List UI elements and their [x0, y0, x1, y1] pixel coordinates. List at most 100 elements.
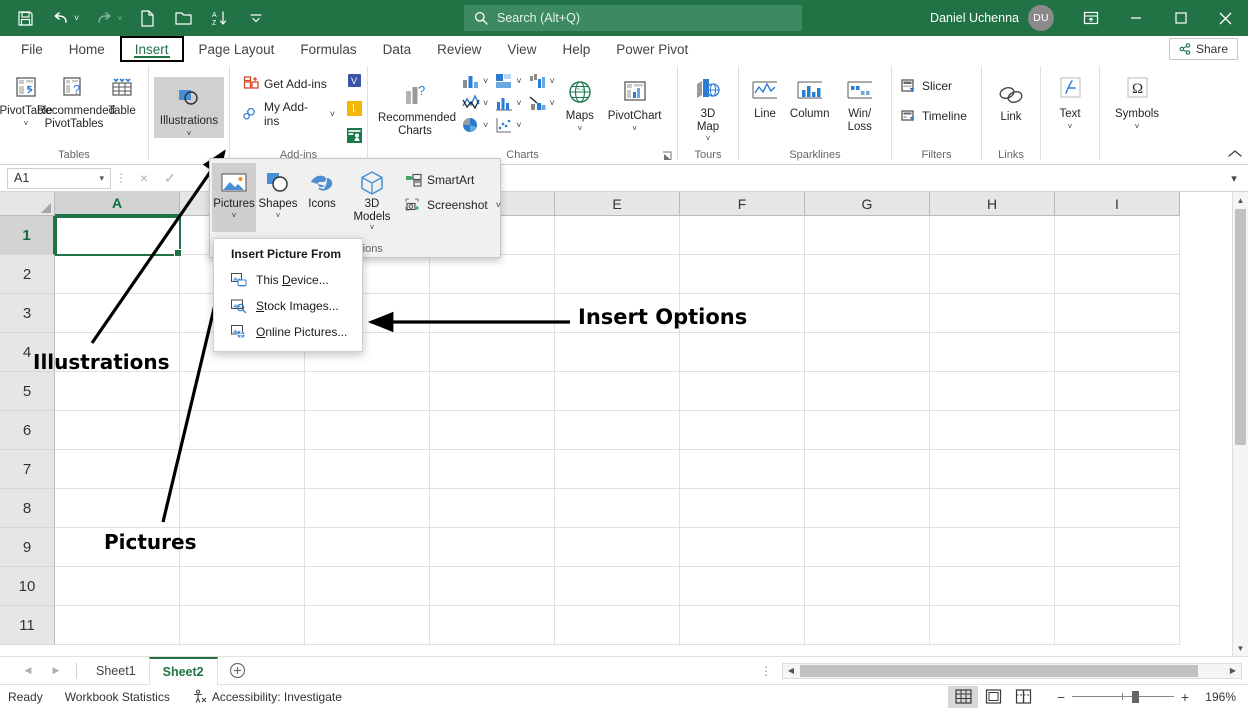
vertical-scroll-thumb[interactable]	[1235, 209, 1246, 445]
accessibility-status[interactable]: Accessibility: Investigate	[181, 689, 353, 704]
cell-i5[interactable]	[1055, 372, 1180, 411]
cell-e9[interactable]	[555, 528, 680, 567]
cell-b7[interactable]	[180, 450, 305, 489]
column-bar-chart-dropdown-icon[interactable]: ˅	[483, 76, 488, 86]
zoom-level[interactable]: 196%	[1196, 690, 1248, 704]
page-break-preview-button[interactable]	[1008, 686, 1038, 708]
statistic-chart-button[interactable]: ˅	[491, 92, 524, 114]
tab-help[interactable]: Help	[549, 36, 603, 62]
row-header-1[interactable]: 1	[0, 216, 55, 255]
3d-map-button[interactable]: 3D Map ˅	[682, 70, 734, 143]
sheet-tab-sheet1[interactable]: Sheet1	[83, 657, 149, 685]
cell-f11[interactable]	[680, 606, 805, 645]
pie-doughnut-chart-dropdown-icon[interactable]: ˅	[483, 120, 488, 130]
scroll-up-icon[interactable]: ▲	[1233, 192, 1248, 208]
tab-file[interactable]: File	[8, 36, 56, 62]
cell-f3[interactable]	[680, 294, 805, 333]
name-box[interactable]: A1 ▾	[7, 168, 111, 189]
link-button[interactable]: Link	[989, 73, 1033, 124]
cell-i2[interactable]	[1055, 255, 1180, 294]
cell-g4[interactable]	[805, 333, 930, 372]
cell-a3[interactable]	[55, 294, 180, 333]
3d-models-button[interactable]: 3D Models ˅	[344, 163, 400, 232]
cell-g1[interactable]	[805, 216, 930, 255]
cell-g5[interactable]	[805, 372, 930, 411]
cell-f1[interactable]	[680, 216, 805, 255]
sparkline-line-button[interactable]: Line	[743, 70, 787, 121]
row-header-10[interactable]: 10	[0, 567, 55, 606]
cell-g7[interactable]	[805, 450, 930, 489]
sheet-tab-sheet2[interactable]: Sheet2	[149, 657, 218, 685]
cell-a8[interactable]	[55, 489, 180, 528]
row-header-11[interactable]: 11	[0, 606, 55, 645]
cell-g8[interactable]	[805, 489, 930, 528]
cell-d3[interactable]	[430, 294, 555, 333]
scatter-chart-dropdown-icon[interactable]: ˅	[516, 120, 521, 130]
cell-a5[interactable]	[55, 372, 180, 411]
cell-d2[interactable]	[430, 255, 555, 294]
cell-h1[interactable]	[930, 216, 1055, 255]
tab-formulas[interactable]: Formulas	[287, 36, 369, 62]
scatter-chart-button[interactable]: ˅	[491, 114, 524, 136]
row-header-9[interactable]: 9	[0, 528, 55, 567]
cell-d7[interactable]	[430, 450, 555, 489]
collapse-ribbon-icon[interactable]	[1228, 148, 1242, 162]
horizontal-scroll-thumb[interactable]	[800, 665, 1198, 677]
cell-e5[interactable]	[555, 372, 680, 411]
recommended-charts-button[interactable]: ? Recommended Charts	[372, 74, 458, 137]
expand-formula-bar-icon[interactable]: ▾	[1223, 172, 1245, 185]
cell-e2[interactable]	[555, 255, 680, 294]
tab-home[interactable]: Home	[56, 36, 118, 62]
cell-h5[interactable]	[930, 372, 1055, 411]
normal-view-button[interactable]	[948, 686, 978, 708]
sparkline-win-loss-button[interactable]: Win/ Loss	[832, 70, 887, 133]
slicer-button[interactable]: Slicer	[896, 75, 972, 97]
cell-a9[interactable]	[55, 528, 180, 567]
cell-i3[interactable]	[1055, 294, 1180, 333]
cell-c11[interactable]	[305, 606, 430, 645]
cell-a10[interactable]	[55, 567, 180, 606]
select-all-button[interactable]	[0, 192, 55, 216]
tab-power-pivot[interactable]: Power Pivot	[603, 36, 701, 62]
add-sheet-button[interactable]	[224, 658, 252, 684]
vertical-scrollbar[interactable]: ▲ ▼	[1232, 192, 1248, 656]
cell-f8[interactable]	[680, 489, 805, 528]
shapes-dropdown-icon[interactable]: ˅	[276, 211, 281, 220]
column-header-i[interactable]: I	[1055, 192, 1180, 216]
cell-g2[interactable]	[805, 255, 930, 294]
menu-item-this-device[interactable]: This Device...	[214, 267, 362, 293]
cell-f5[interactable]	[680, 372, 805, 411]
table-button[interactable]: Table	[100, 67, 144, 118]
recommended-pivot-tables-button[interactable]: ? Recommended PivotTables	[48, 67, 100, 130]
cell-e11[interactable]	[555, 606, 680, 645]
smartart-button[interactable]: SmartArt	[400, 169, 506, 191]
maps-dropdown-icon[interactable]: ˅	[577, 124, 582, 133]
get-add-ins-button[interactable]: Get Add-ins	[238, 73, 340, 95]
row-header-5[interactable]: 5	[0, 372, 55, 411]
3d-models-dropdown-icon[interactable]: ˅	[370, 223, 375, 232]
pivot-chart-dropdown-icon[interactable]: ˅	[632, 124, 637, 133]
zoom-out-button[interactable]: −	[1050, 689, 1072, 705]
cell-c9[interactable]	[305, 528, 430, 567]
pivot-table-dropdown-icon[interactable]: ˅	[24, 119, 29, 128]
cell-e10[interactable]	[555, 567, 680, 606]
workbook-statistics[interactable]: Workbook Statistics	[54, 690, 181, 704]
cell-i11[interactable]	[1055, 606, 1180, 645]
pictures-dropdown-icon[interactable]: ˅	[232, 211, 237, 220]
page-layout-view-button[interactable]	[978, 686, 1008, 708]
cell-a11[interactable]	[55, 606, 180, 645]
cell-f2[interactable]	[680, 255, 805, 294]
charts-dialog-launcher[interactable]	[661, 150, 674, 163]
cell-b6[interactable]	[180, 411, 305, 450]
row-header-8[interactable]: 8	[0, 489, 55, 528]
cell-d6[interactable]	[430, 411, 555, 450]
cell-h8[interactable]	[930, 489, 1055, 528]
screenshot-button[interactable]: Screenshot ˅	[400, 194, 506, 216]
menu-item-online-pictures[interactable]: Online Pictures...	[214, 319, 362, 345]
cell-b9[interactable]	[180, 528, 305, 567]
zoom-in-button[interactable]: +	[1174, 689, 1196, 705]
cell-i1[interactable]	[1055, 216, 1180, 255]
scroll-down-icon[interactable]: ▼	[1233, 640, 1248, 656]
cell-c10[interactable]	[305, 567, 430, 606]
waterfall-chart-dropdown-icon[interactable]: ˅	[550, 76, 555, 86]
